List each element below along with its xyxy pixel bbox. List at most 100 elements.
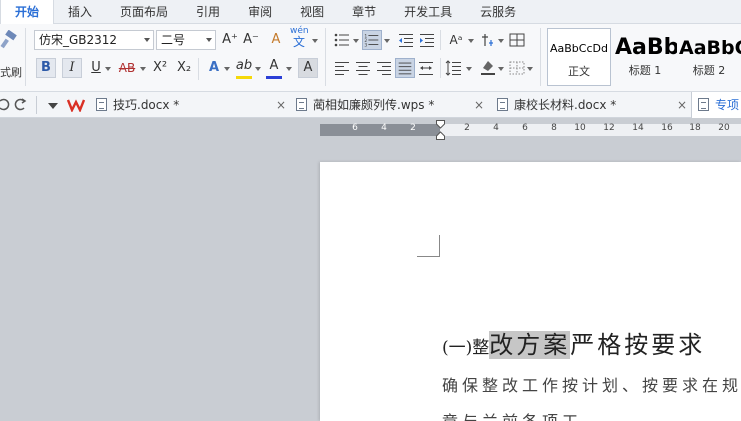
document-page[interactable]: (一)整改方案严格按要求 确保整改工作按计划、按要求在规 章与兰前各项工: [320, 162, 741, 421]
tab-view[interactable]: 视图: [286, 0, 338, 24]
doc-tab-active[interactable]: 专项: [691, 92, 741, 118]
chevron-down-icon: [105, 67, 111, 71]
justify-button[interactable]: [395, 58, 415, 78]
tab-review[interactable]: 审阅: [234, 0, 286, 24]
bold-button[interactable]: B: [36, 58, 56, 78]
ruler-number: 6: [352, 123, 358, 133]
chevron-down-icon[interactable]: [48, 103, 58, 109]
align-right-button[interactable]: [374, 58, 394, 78]
align-left-button[interactable]: [332, 58, 352, 78]
chevron-down-icon: [498, 39, 504, 43]
doc-tab-label: 技巧.docx *: [113, 98, 180, 112]
close-icon[interactable]: ×: [677, 92, 687, 118]
style-heading-1[interactable]: AaBb 标题 1: [613, 28, 677, 86]
divider: [198, 58, 199, 80]
font-name-select[interactable]: 仿宋_GB2312: [34, 30, 154, 50]
style-sample: AaBb: [615, 35, 677, 60]
change-case-icon: Aᵃ: [449, 33, 463, 47]
font-name-value: 仿宋_GB2312: [39, 33, 118, 47]
ruler-number: 2: [410, 123, 416, 133]
superscript-button[interactable]: X²: [150, 58, 170, 78]
divider: [440, 58, 441, 78]
character-shading-button[interactable]: A: [298, 58, 318, 78]
highlight-color-swatch: [236, 76, 252, 79]
document-heading[interactable]: (一)整改方案严格按要求: [442, 325, 705, 360]
table-button[interactable]: [507, 30, 527, 50]
redo-icon[interactable]: [14, 97, 28, 111]
distributed-align-button[interactable]: [416, 58, 436, 78]
align-center-button[interactable]: [353, 58, 373, 78]
paragraph-mark-button[interactable]: [478, 30, 498, 50]
tab-page-layout[interactable]: 页面布局: [106, 0, 182, 24]
word-doc-icon: [497, 98, 508, 111]
shrink-font-button[interactable]: A⁻: [241, 30, 261, 50]
styles-gallery: AaBbCcDd 正文 AaBb 标题 1 AaBbC 标题 2: [545, 28, 741, 86]
doc-tab[interactable]: 技巧.docx * ×: [96, 92, 294, 118]
highlight-button[interactable]: ab: [234, 56, 254, 76]
font-color-swatch: [266, 76, 282, 79]
shading-button[interactable]: [478, 56, 498, 76]
heading-text: 严格按要求: [570, 331, 706, 359]
ruler-number: 14: [632, 123, 644, 133]
bullet-list-button[interactable]: [332, 30, 352, 50]
font-size-value: 二号: [161, 33, 186, 47]
chevron-down-icon: [312, 39, 318, 43]
document-tab-bar: 技巧.docx * × 蔺相如廉颇列传.wps * × 康校长材料.docx *…: [0, 92, 741, 118]
doc-tab[interactable]: 蔺相如廉颇列传.wps * ×: [296, 92, 492, 118]
format-painter-button[interactable]: 式刷: [0, 26, 22, 88]
horizontal-ruler[interactable]: 6 4 2 2 4 6 8 10 12 14 16 18 20: [320, 123, 741, 136]
chevron-down-icon: [224, 67, 230, 71]
tab-insert[interactable]: 插入: [54, 0, 106, 24]
tab-references[interactable]: 引用: [182, 0, 234, 24]
close-icon[interactable]: ×: [276, 92, 286, 118]
font-color-button[interactable]: A: [264, 56, 284, 76]
style-normal[interactable]: AaBbCcDd 正文: [547, 28, 611, 86]
underline-button[interactable]: U: [86, 58, 106, 78]
ruler-number: 8: [551, 123, 557, 133]
chevron-down-icon: [206, 38, 212, 42]
line-spacing-button[interactable]: [444, 58, 464, 78]
word-doc-icon: [96, 98, 107, 111]
decrease-indent-button[interactable]: [396, 30, 416, 50]
ruler-number: 20: [718, 123, 730, 133]
text-effect-button[interactable]: A: [204, 58, 224, 78]
close-icon[interactable]: ×: [474, 92, 484, 118]
tab-section[interactable]: 章节: [338, 0, 390, 24]
divider: [325, 28, 326, 86]
ruler-number: 18: [689, 123, 701, 133]
chevron-down-icon: [353, 39, 359, 43]
highlighter-icon: ab: [235, 58, 253, 73]
borders-button[interactable]: [507, 58, 527, 78]
tab-home[interactable]: 开始: [0, 0, 55, 24]
tab-cloud[interactable]: 云服务: [466, 0, 530, 24]
subscript-button[interactable]: X₂: [174, 58, 194, 78]
undo-icon[interactable]: [0, 97, 10, 111]
clear-format-button[interactable]: A: [266, 30, 286, 50]
numbered-list-button[interactable]: 123: [362, 30, 382, 50]
doc-tab[interactable]: 康校长材料.docx * ×: [497, 92, 691, 118]
phonetic-guide-button[interactable]: wén 文: [290, 26, 309, 52]
word-doc-icon: [296, 98, 307, 111]
change-case-button[interactable]: Aᵃ: [444, 30, 468, 50]
style-heading-2[interactable]: AaBbC 标题 2: [677, 28, 741, 86]
wps-logo-icon[interactable]: [67, 98, 85, 112]
italic-button[interactable]: I: [62, 58, 82, 78]
chevron-down-icon: [255, 67, 261, 71]
indent-marker[interactable]: [436, 120, 445, 140]
font-size-select[interactable]: 二号: [156, 30, 216, 50]
chevron-down-icon: [498, 67, 504, 71]
ribbon-toolbar: 式刷 仿宋_GB2312 二号 A⁺ A⁻ A wén 文 B I U AB X…: [0, 24, 741, 92]
format-painter-icon: [0, 30, 17, 49]
divider: [540, 28, 541, 86]
margin-corner-mark: [417, 235, 440, 257]
body-paragraph-line[interactable]: 章与兰前各项工: [442, 408, 582, 421]
tab-developer[interactable]: 开发工具: [390, 0, 466, 24]
grow-font-button[interactable]: A⁺: [220, 30, 240, 50]
strikethrough-button[interactable]: AB: [115, 58, 139, 78]
chevron-down-icon: [286, 67, 292, 71]
divider: [440, 30, 441, 50]
doc-tab-label: 康校长材料.docx *: [514, 98, 617, 112]
increase-indent-button[interactable]: [417, 30, 437, 50]
body-paragraph-line[interactable]: 确保整改工作按计划、按要求在规: [442, 372, 741, 396]
ruler-number: 4: [381, 123, 387, 133]
